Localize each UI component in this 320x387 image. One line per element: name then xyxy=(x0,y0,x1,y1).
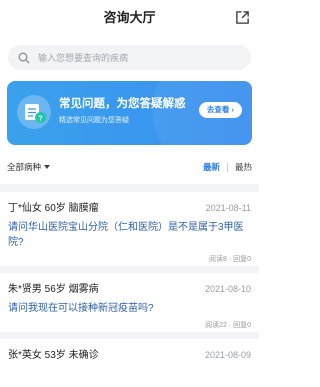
question-date: 2021-08-10 xyxy=(204,284,251,294)
question-card[interactable]: 张*英女 53岁 未确诊 2021-08-09 xyxy=(0,339,259,362)
app-header: 咨询大厅 xyxy=(0,0,259,36)
section-divider xyxy=(0,184,259,192)
question-text[interactable]: 请问我现在可以接种新冠疫苗吗? xyxy=(8,301,251,316)
asker-info: 丁*仙女 60岁 脑膜瘤 xyxy=(8,203,99,214)
svg-text:?: ? xyxy=(38,113,43,122)
department-label: 全部病种 xyxy=(7,162,42,172)
search-bar[interactable] xyxy=(8,45,251,70)
asker-info: 朱*贤男 56岁 烟雾病 xyxy=(8,284,99,295)
question-stats: 阅读22 · 回复0 xyxy=(205,322,251,329)
view-faq-button[interactable]: 去查看 › xyxy=(198,102,242,118)
asker-info: 张*英女 53岁 未确诊 xyxy=(8,350,99,361)
faq-chat-icon: ? xyxy=(17,95,51,129)
banner-subtitle: 精选常见问题为您答疑 xyxy=(59,117,129,124)
sort-newest-tab[interactable]: 最新 xyxy=(203,161,220,173)
faq-banner[interactable]: ? 常见问题，为您答疑解惑 精选常见问题为您答疑 去查看 › xyxy=(7,81,252,145)
sort-hottest-tab[interactable]: 最热 xyxy=(235,161,252,173)
filter-bar: 全部病种 最新 最热 xyxy=(0,156,259,178)
question-stats: 阅读8 · 回复0 xyxy=(208,256,251,263)
question-text[interactable]: 请问华山医院宝山分院（仁和医院）是不是属于3甲医院? xyxy=(8,220,251,250)
search-icon xyxy=(18,52,30,63)
search-input[interactable] xyxy=(38,52,238,63)
question-card[interactable]: 丁*仙女 60岁 脑膜瘤 2021-08-11 请问华山医院宝山分院（仁和医院）… xyxy=(0,192,259,266)
card-divider xyxy=(0,266,259,273)
question-card[interactable]: 朱*贤男 56岁 烟雾病 2021-08-10 请问我现在可以接种新冠疫苗吗? … xyxy=(0,273,259,332)
sort-tabs: 最新 最热 xyxy=(203,161,252,173)
sort-divider xyxy=(226,162,228,172)
share-icon[interactable] xyxy=(235,10,250,25)
question-date: 2021-08-11 xyxy=(205,203,251,213)
page-title: 咨询大厅 xyxy=(103,10,156,25)
card-divider xyxy=(0,332,259,339)
banner-title: 常见问题，为您答疑解惑 xyxy=(59,98,186,110)
question-date: 2021-08-09 xyxy=(204,350,251,360)
caret-down-icon xyxy=(44,165,51,169)
department-dropdown[interactable]: 全部病种 xyxy=(7,161,51,173)
